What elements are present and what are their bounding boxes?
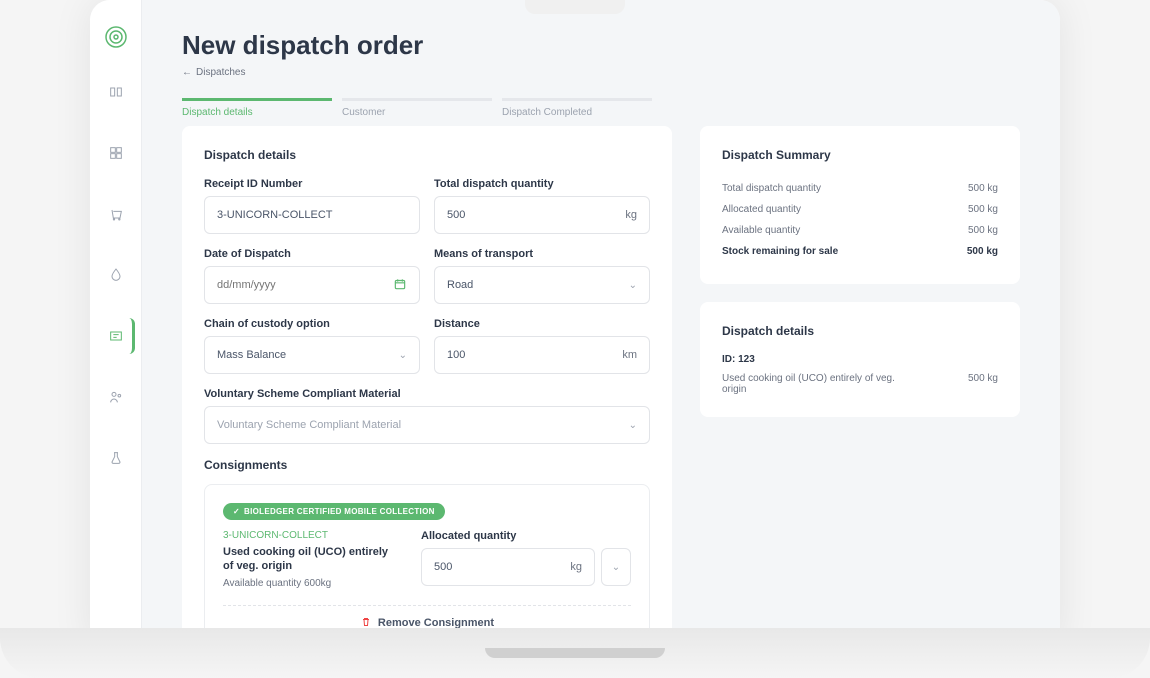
summary-label: Allocated quantity	[722, 204, 801, 215]
back-arrow-icon: ←	[182, 67, 192, 78]
date-label: Date of Dispatch	[204, 248, 420, 260]
receipt-id-input[interactable]	[204, 196, 420, 234]
consignment-info: 3-UNICORN-COLLECT Used cooking oil (UCO)…	[223, 530, 397, 589]
breadcrumb[interactable]: ← Dispatches	[182, 67, 1020, 78]
right-column: Dispatch Summary Total dispatch quantity…	[700, 126, 1020, 645]
total-qty-unit: kg	[625, 209, 637, 221]
receipt-id-label: Receipt ID Number	[204, 178, 420, 190]
device-notch	[525, 0, 625, 14]
certified-badge: ✓ BIOLEDGER CERTIFIED MOBILE COLLECTION	[223, 503, 445, 520]
app-container: New dispatch order ← Dispatches Dispatch…	[90, 0, 1060, 645]
consignment-id: 3-UNICORN-COLLECT	[223, 530, 397, 541]
alloc-unit: kg	[570, 561, 582, 573]
sidebar	[90, 0, 142, 645]
summary-title: Dispatch Summary	[722, 148, 998, 162]
details-item-label: Used cooking oil (UCO) entirely of veg. …	[722, 373, 902, 395]
date-input[interactable]	[204, 266, 420, 304]
distance-input[interactable]: km	[434, 336, 650, 374]
custody-value: Mass Balance	[217, 349, 286, 361]
custody-label: Chain of custody option	[204, 318, 420, 330]
distance-label: Distance	[434, 318, 650, 330]
details-row: Used cooking oil (UCO) entirely of veg. …	[722, 373, 998, 395]
summary-row: Available quantity 500 kg	[722, 220, 998, 241]
summary-label: Stock remaining for sale	[722, 246, 838, 257]
summary-value: 500 kg	[968, 183, 998, 194]
summary-value: 500 kg	[967, 246, 998, 257]
consignment-card: ✓ BIOLEDGER CERTIFIED MOBILE COLLECTION …	[204, 484, 650, 644]
breadcrumb-label: Dispatches	[196, 67, 245, 78]
summary-value: 500 kg	[968, 204, 998, 215]
transport-label: Means of transport	[434, 248, 650, 260]
device-base	[0, 628, 1150, 678]
transport-value: Road	[447, 279, 473, 291]
scheme-placeholder: Voluntary Scheme Compliant Material	[217, 419, 401, 431]
badge-label: BIOLEDGER CERTIFIED MOBILE COLLECTION	[244, 507, 435, 516]
device-frame: New dispatch order ← Dispatches Dispatch…	[90, 0, 1060, 645]
nav-icon-cart[interactable]	[98, 196, 134, 232]
distance-unit: km	[622, 349, 637, 361]
total-qty-label: Total dispatch quantity	[434, 178, 650, 190]
tab-customer[interactable]: Customer	[342, 98, 492, 126]
tabs: Dispatch details Customer Dispatch Compl…	[182, 98, 1020, 126]
check-icon: ✓	[233, 507, 240, 516]
alloc-input[interactable]: kg	[421, 548, 595, 586]
details-item-value: 500 kg	[968, 373, 998, 395]
nav-icon-grid[interactable]	[98, 135, 134, 171]
custody-select[interactable]: Mass Balance ⌄	[204, 336, 420, 374]
summary-card: Dispatch Summary Total dispatch quantity…	[700, 126, 1020, 284]
content-row: Dispatch details Receipt ID Number Total…	[182, 126, 1020, 645]
nav-icon-drop[interactable]	[98, 257, 134, 293]
total-qty-input[interactable]: kg	[434, 196, 650, 234]
main-content: New dispatch order ← Dispatches Dispatch…	[142, 0, 1060, 645]
consignments-title: Consignments	[204, 458, 650, 472]
summary-row: Stock remaining for sale 500 kg	[722, 241, 998, 262]
nav-icon-book[interactable]	[98, 74, 134, 110]
left-column: Dispatch details Receipt ID Number Total…	[182, 126, 672, 645]
tab-dispatch-details[interactable]: Dispatch details	[182, 98, 332, 126]
summary-row: Total dispatch quantity 500 kg	[722, 178, 998, 199]
alloc-label: Allocated quantity	[421, 530, 631, 542]
details-card: Dispatch details ID: 123 Used cooking oi…	[700, 302, 1020, 417]
transport-select[interactable]: Road ⌄	[434, 266, 650, 304]
consignment-name: Used cooking oil (UCO) entirely of veg. …	[223, 545, 397, 574]
nav-icon-lab[interactable]	[98, 440, 134, 476]
details-id: ID: 123	[722, 354, 998, 365]
device-trackpad	[485, 648, 665, 658]
card-title: Dispatch details	[204, 148, 650, 162]
summary-row: Allocated quantity 500 kg	[722, 199, 998, 220]
nav-icon-dispatch[interactable]	[99, 318, 135, 354]
summary-value: 500 kg	[968, 225, 998, 236]
logo-icon	[104, 25, 128, 49]
dispatch-details-card: Dispatch details Receipt ID Number Total…	[182, 126, 672, 645]
summary-label: Total dispatch quantity	[722, 183, 821, 194]
chevron-down-icon: ⌄	[629, 280, 637, 291]
alloc-unit-select[interactable]: ⌄	[601, 548, 631, 586]
calendar-icon	[393, 277, 407, 294]
consignment-available: Available quantity 600kg	[223, 578, 397, 589]
summary-label: Available quantity	[722, 225, 800, 236]
chevron-down-icon: ⌄	[629, 420, 637, 431]
details-title: Dispatch details	[722, 324, 998, 338]
page-title: New dispatch order	[182, 30, 1020, 61]
scheme-label: Voluntary Scheme Compliant Material	[204, 388, 650, 400]
scheme-select[interactable]: Voluntary Scheme Compliant Material ⌄	[204, 406, 650, 444]
remove-consignment-button[interactable]: Remove Consignment	[223, 605, 631, 631]
tab-dispatch-completed[interactable]: Dispatch Completed	[502, 98, 652, 126]
nav-icon-users[interactable]	[98, 379, 134, 415]
chevron-down-icon: ⌄	[399, 350, 407, 361]
